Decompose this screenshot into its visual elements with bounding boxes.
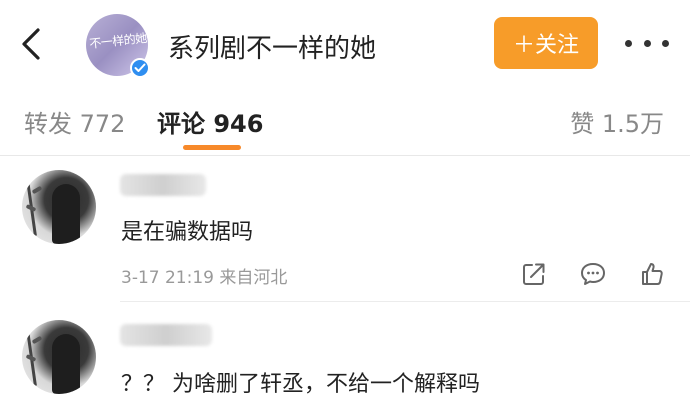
follow-button[interactable]: ＋关注: [494, 17, 598, 69]
comment-text: ？？ 为啥删了轩丞，不给一个解释吗: [121, 372, 480, 397]
comment-button[interactable]: [578, 259, 608, 289]
more-dot: [643, 39, 651, 47]
avatar-leaf: [31, 185, 43, 195]
comment-meta: 3-17 21:19 来自河北: [121, 268, 288, 288]
account-avatar[interactable]: 不一样的她: [86, 14, 150, 78]
back-button[interactable]: [14, 20, 48, 68]
comment-divider: [120, 301, 690, 302]
back-arrow-icon: [22, 28, 40, 60]
more-icon[interactable]: [625, 33, 669, 53]
tab-repost[interactable]: 转发 772: [24, 104, 125, 139]
commenter-avatar[interactable]: [22, 320, 96, 394]
like-button[interactable]: [637, 259, 667, 289]
avatar-logo-text: 不一样的她: [88, 31, 148, 51]
tab-like[interactable]: 赞 1.5万: [570, 104, 664, 139]
comment-icon: [581, 263, 605, 285]
share-icon: [523, 263, 545, 285]
commenter-username-blurred[interactable]: [120, 324, 212, 346]
verified-badge-icon: [130, 58, 150, 78]
like-icon: [642, 263, 663, 285]
avatar-figure: [52, 334, 80, 394]
commenter-username-blurred[interactable]: [120, 174, 206, 196]
tabs-divider: [0, 155, 690, 156]
comment-text: 是在骗数据吗: [121, 220, 254, 245]
more-dot: [625, 39, 632, 47]
more-dot: [662, 39, 669, 47]
avatar-figure: [52, 184, 80, 244]
account-title[interactable]: 系列剧不一样的她: [168, 28, 376, 65]
post-tabs: 转发 772 评论 946 赞 1.5万: [0, 92, 690, 154]
commenter-avatar[interactable]: [22, 170, 96, 244]
active-tab-indicator: [183, 145, 241, 150]
tab-comment[interactable]: 评论 946: [157, 104, 263, 139]
share-button[interactable]: [519, 259, 549, 289]
avatar-leaf: [31, 335, 43, 345]
weibo-header: 不一样的她 系列剧不一样的她 ＋关注: [0, 0, 690, 92]
